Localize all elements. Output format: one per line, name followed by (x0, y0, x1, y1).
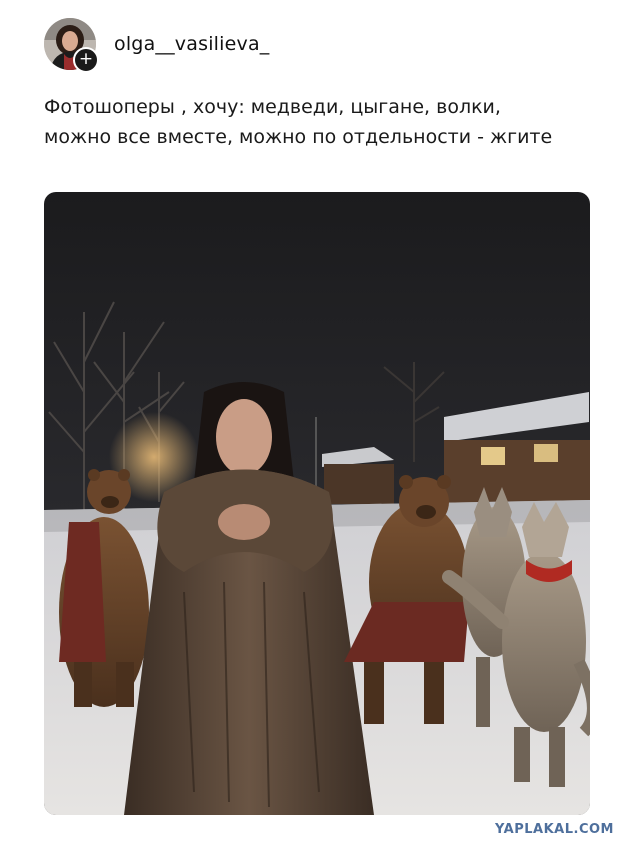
post-caption: Фотошоперы , хочу: медведи, цыгане, волк… (44, 92, 604, 152)
plus-icon: + (78, 49, 94, 69)
username[interactable]: olga__vasilieva_ (114, 33, 270, 55)
site-watermark: YAPLAKAL.COM (495, 822, 614, 837)
caption-line-2: можно все вместе, можно по отдельности -… (44, 126, 553, 148)
follow-button[interactable]: + (73, 47, 99, 73)
avatar-container[interactable]: + (44, 18, 99, 73)
post-photo[interactable] (44, 192, 590, 815)
caption-line-1: Фотошоперы , хочу: медведи, цыгане, волк… (44, 96, 501, 118)
post-page: + olga__vasilieva_ Фотошоперы , хочу: ме… (0, 0, 640, 861)
post-header: + olga__vasilieva_ (44, 18, 270, 73)
